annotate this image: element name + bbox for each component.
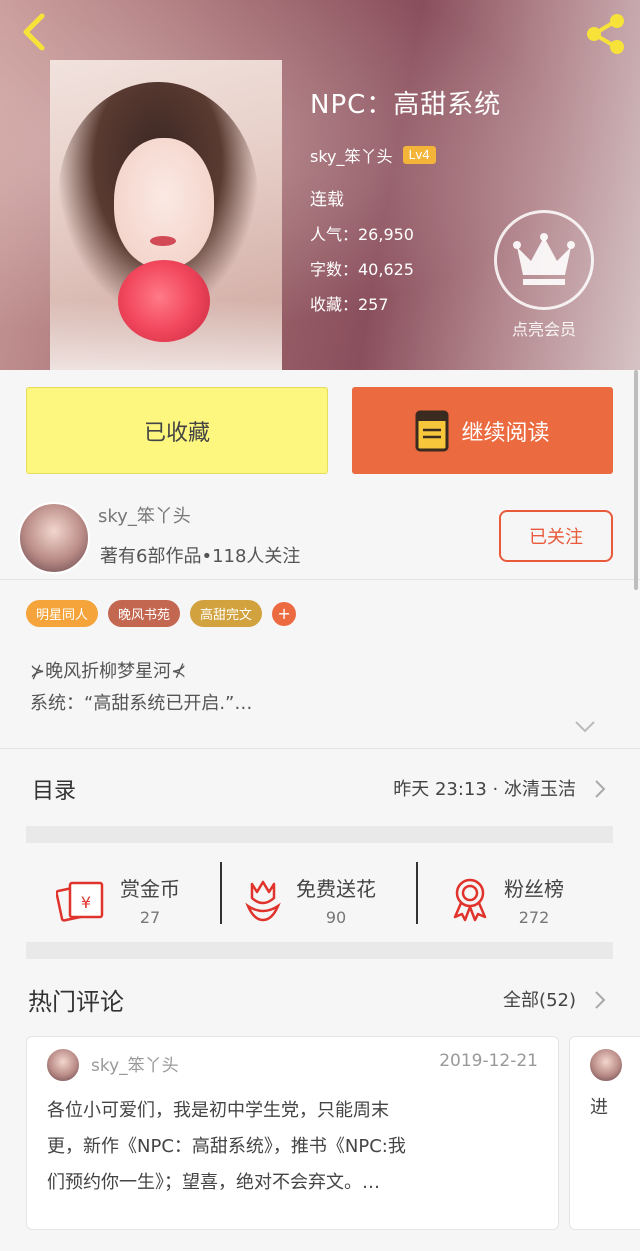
flower-icon bbox=[245, 880, 281, 922]
share-icon bbox=[587, 14, 624, 54]
comment-text: 各位小可爱们，我是初中学生党，只能周末 更，新作《NPC：高甜系统》，推书《NP… bbox=[47, 1100, 406, 1193]
author-avatar[interactable] bbox=[18, 502, 90, 574]
author-name[interactable]: sky_笨丫头 bbox=[98, 502, 191, 528]
book-cover[interactable] bbox=[50, 60, 282, 370]
level-badge: Lv4 bbox=[402, 146, 436, 164]
favorited-label: 已收藏 bbox=[143, 420, 210, 446]
share-button[interactable] bbox=[582, 12, 628, 56]
support-stats: ¥ 赏金币 27 免费送花 90 粉丝榜 272 bbox=[0, 844, 640, 954]
author-meta: 著有6部作品•118人关注 bbox=[100, 546, 301, 567]
comment-date: 2019-12-21 bbox=[439, 1051, 538, 1071]
vip-button[interactable]: 点亮会员 bbox=[492, 210, 596, 340]
book-author[interactable]: sky_笨丫头 bbox=[310, 143, 393, 167]
book-title: NPC：高甜系统 bbox=[310, 90, 502, 120]
catalog-title: 目录 bbox=[32, 779, 77, 804]
rose-image bbox=[118, 260, 210, 342]
stat-label: 赏金币 bbox=[120, 877, 180, 901]
favorited-button[interactable]: 已收藏 bbox=[26, 387, 328, 474]
stat-value: 27 bbox=[139, 908, 161, 927]
book-intro[interactable]: ⊁晚风折柳梦星河⊀ 系统：“高甜系统已开启.”… bbox=[30, 656, 252, 720]
tag-item[interactable]: 晚风书苑 bbox=[108, 600, 181, 627]
ranking-medal-icon bbox=[453, 878, 487, 922]
intro-line: ⊁晚风折柳梦星河⊀ bbox=[30, 661, 187, 682]
fan-ranking-button[interactable]: 粉丝榜 272 bbox=[450, 860, 564, 940]
main-content: 已收藏 继续阅读 sky_笨丫头 著有6部作品•118人关注 已关注 明星同人 … bbox=[0, 370, 640, 1251]
favorites-stat: 收藏：257 bbox=[310, 295, 389, 314]
comment-card[interactable]: 进 bbox=[569, 1036, 640, 1230]
stat-separator bbox=[416, 862, 418, 924]
book-header: NPC：高甜系统 sky_笨丫头 Lv4 连载 人气：26,950 字数：40,… bbox=[0, 0, 640, 370]
continue-reading-button[interactable]: 继续阅读 bbox=[352, 387, 613, 474]
section-divider bbox=[26, 942, 613, 959]
chevron-down-icon[interactable] bbox=[574, 720, 596, 734]
stat-label: 粉丝榜 bbox=[504, 877, 564, 901]
reward-coin-icon: ¥ bbox=[56, 881, 104, 922]
stat-value: 272 bbox=[518, 908, 550, 927]
tag-item[interactable]: 高甜完文 bbox=[190, 600, 263, 627]
svg-text:¥: ¥ bbox=[81, 893, 91, 912]
reward-coin-button[interactable]: ¥ 赏金币 27 bbox=[56, 860, 180, 940]
tag-list: 明星同人 晚风书苑 高甜完文 + bbox=[26, 600, 297, 627]
stat-value: 90 bbox=[325, 908, 347, 927]
back-button[interactable] bbox=[16, 10, 56, 54]
latest-chapter: 昨天 23:13 · 冰清玉洁 bbox=[393, 779, 576, 800]
commenter-avatar[interactable] bbox=[45, 1047, 81, 1083]
vip-label: 点亮会员 bbox=[511, 320, 576, 339]
follow-label: 已关注 bbox=[529, 527, 583, 548]
serial-status: 连载 bbox=[310, 190, 344, 210]
all-comments-link[interactable]: 全部(52) bbox=[503, 986, 576, 1012]
hot-comments-title: 热门评论 bbox=[28, 988, 124, 1016]
comment-card[interactable]: sky_笨丫头 2019-12-21 各位小可爱们，我是初中学生党，只能周末 更… bbox=[26, 1036, 559, 1230]
back-arrow-icon bbox=[23, 13, 45, 51]
continue-reading-label: 继续阅读 bbox=[461, 420, 550, 446]
intro-line: 系统：“高甜系统已开启.”… bbox=[30, 693, 253, 714]
catalog-row[interactable]: 目录 昨天 23:13 · 冰清玉洁 bbox=[0, 748, 640, 826]
comment-text: 进 bbox=[590, 1097, 608, 1118]
follow-button[interactable]: 已关注 bbox=[499, 510, 613, 562]
chevron-right-icon bbox=[595, 780, 606, 798]
commenter-avatar[interactable] bbox=[588, 1047, 624, 1083]
tag-item[interactable]: 明星同人 bbox=[26, 600, 99, 627]
popularity-stat: 人气：26,950 bbox=[310, 225, 414, 244]
commenter-name[interactable]: sky_笨丫头 bbox=[91, 1051, 179, 1076]
crown-icon bbox=[513, 233, 575, 285]
book-icon bbox=[415, 410, 449, 451]
add-tag-button[interactable]: + bbox=[272, 601, 297, 626]
section-divider bbox=[26, 826, 613, 843]
chevron-right-icon[interactable] bbox=[594, 990, 606, 1010]
scrollbar[interactable] bbox=[634, 370, 638, 590]
stat-separator bbox=[220, 862, 222, 924]
author-card[interactable]: sky_笨丫头 著有6部作品•118人关注 已关注 bbox=[0, 488, 640, 580]
word-count-stat: 字数：40,625 bbox=[310, 260, 414, 279]
send-flower-button[interactable]: 免费送花 90 bbox=[244, 860, 376, 940]
book-info: NPC：高甜系统 sky_笨丫头 Lv4 连载 人气：26,950 字数：40,… bbox=[310, 84, 501, 315]
stat-label: 免费送花 bbox=[296, 877, 376, 901]
